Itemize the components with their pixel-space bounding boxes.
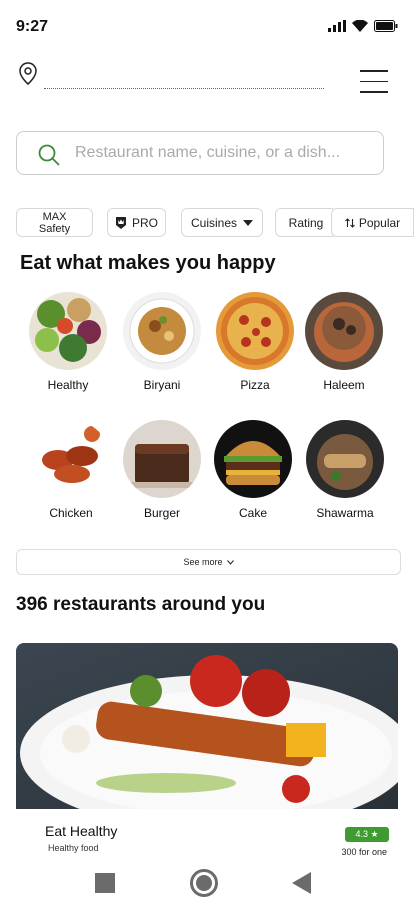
pizza-image (216, 292, 294, 370)
category-label: Cake (238, 506, 267, 520)
status-bar: 9:27 (0, 0, 414, 50)
see-more-button[interactable]: See more (16, 549, 401, 575)
healthy-image (29, 292, 107, 370)
search-bar (16, 131, 384, 175)
category-biryani[interactable]: Biryani (116, 292, 208, 392)
chevron-down-icon (226, 559, 234, 565)
wifi-icon (352, 20, 368, 32)
restaurant-info: Eat Healthy Healthy food 4.3 ★ 300 for o… (16, 809, 398, 868)
battery-icon (374, 20, 398, 32)
category-label: Pizza (240, 378, 270, 392)
filter-max-safety[interactable]: MAX Safety (16, 208, 93, 237)
filter-rating[interactable]: Rating (275, 208, 337, 237)
category-burger[interactable]: Burger (116, 420, 208, 520)
category-haleem[interactable]: Haleem (298, 292, 390, 392)
price-for-one: 300 for one (341, 847, 387, 857)
category-label: Shawarma (316, 506, 374, 520)
search-icon (38, 144, 60, 166)
category-pizza[interactable]: Pizza (209, 292, 301, 392)
filter-chips: MAX Safety PRO Cuisines Rating Popular (0, 208, 414, 238)
restaurants-count-heading: 396 restaurants around you (16, 594, 266, 615)
hamburger-menu-icon[interactable] (360, 70, 388, 94)
search-input[interactable] (75, 140, 365, 166)
restaurant-name: Eat Healthy (45, 823, 118, 839)
restaurant-card[interactable]: Eat Healthy Healthy food 4.3 ★ 300 for o… (16, 643, 398, 868)
burger-image (214, 420, 292, 498)
status-time: 9:27 (16, 18, 49, 35)
crown-badge-icon (115, 216, 126, 229)
filter-rating-label: Rating (288, 215, 324, 230)
filter-cuisines-label: Cuisines (190, 215, 238, 230)
filter-max-line2: Safety (38, 222, 71, 235)
signal-icon (328, 20, 346, 32)
biryani-image (123, 292, 201, 370)
restaurant-cuisine: Healthy food (48, 843, 99, 853)
filter-cuisines[interactable]: Cuisines (181, 208, 263, 237)
category-label: Chicken (49, 506, 93, 520)
filter-popular-label: Popular (358, 215, 401, 230)
back-icon[interactable] (292, 872, 311, 894)
location-pin-icon[interactable] (18, 62, 38, 86)
cake-image (123, 420, 201, 498)
filter-popular[interactable]: Popular (331, 208, 414, 237)
category-label: Haleem (323, 378, 365, 392)
filter-max-line1: MAX (42, 210, 67, 223)
sort-arrows-icon (344, 217, 355, 228)
location-row (16, 60, 396, 100)
system-navbar (0, 864, 414, 900)
rating-badge: 4.3 ★ (345, 827, 389, 842)
status-icons (328, 20, 398, 32)
category-label: Burger (143, 506, 181, 520)
haleem-image (305, 292, 383, 370)
category-label: Healthy (47, 378, 89, 392)
restaurant-image (16, 643, 398, 831)
location-field[interactable] (44, 88, 324, 89)
category-chicken[interactable]: Chicken (25, 420, 117, 520)
home-icon[interactable] (190, 869, 218, 897)
shawarma-image (306, 420, 384, 498)
see-more-label: See more (183, 557, 223, 567)
recents-icon[interactable] (95, 873, 115, 893)
category-shawarma[interactable]: Shawarma (299, 420, 391, 520)
category-healthy[interactable]: Healthy (22, 292, 114, 392)
chicken-image (32, 420, 110, 498)
category-label: Biryani (143, 378, 181, 392)
filter-pro-label: PRO (131, 215, 158, 230)
filter-pro[interactable]: PRO (107, 208, 166, 237)
section-heading: Eat what makes you happy (20, 252, 276, 274)
caret-down-icon (243, 219, 254, 226)
category-cake[interactable]: Cake (207, 420, 299, 520)
